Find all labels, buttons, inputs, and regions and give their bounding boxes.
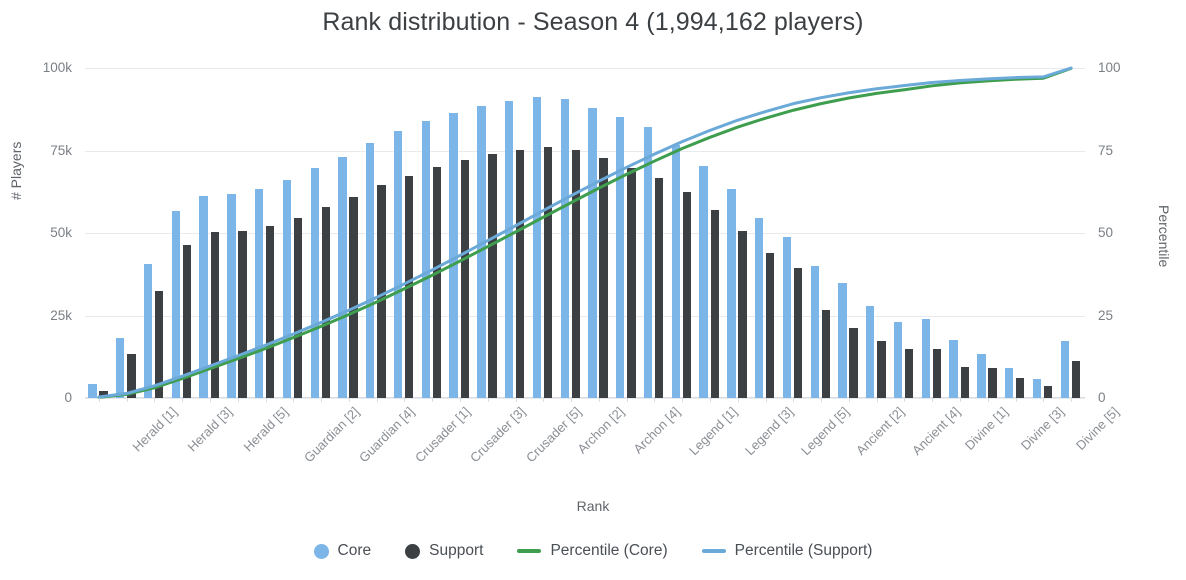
x-axis-tickmark (543, 398, 545, 402)
legend-line-icon (517, 549, 542, 553)
y-axis-left-tick-label: 0 (64, 390, 72, 405)
y-axis-right-tick-label: 75 (1098, 142, 1114, 158)
y-axis-right-title: Percentile (1156, 205, 1172, 268)
x-axis-tickmark (960, 398, 961, 402)
x-axis-tick-label: Crusader [1] (411, 404, 473, 466)
x-axis-tick-label: Legend [5] (797, 404, 852, 459)
x-axis-tick-label: Ancient [2] (853, 404, 908, 459)
x-axis-tick-label: Herald [1] (129, 404, 180, 455)
percentile-line (99, 68, 1071, 397)
y-axis-left-tick-label: 100k (42, 60, 72, 75)
x-axis-tick-label: Herald [3] (184, 404, 236, 455)
x-axis-tick-label: Archon [2] (574, 404, 628, 457)
x-axis-tickmark (710, 398, 711, 402)
legend-item[interactable]: Core (313, 542, 372, 560)
x-axis-tickmark (182, 398, 184, 402)
x-axis-tickmark (793, 398, 795, 402)
legend-item[interactable]: Support (405, 542, 483, 560)
x-axis-tick-label: Divine [3] (1017, 404, 1067, 453)
x-axis-tick-label: Guardian [4] (356, 404, 418, 466)
x-axis-tickmark (348, 398, 350, 402)
x-axis-tickmark (265, 398, 267, 402)
legend-label: Support (429, 542, 484, 559)
legend-line-icon (701, 549, 726, 553)
y-axis-left-tick-label: 50k (50, 225, 72, 240)
x-axis-tick-label: Legend [1] (686, 404, 741, 459)
x-axis-tickmark (237, 398, 239, 402)
x-axis-tick-label: Herald [5] (240, 404, 291, 455)
x-axis-tickmark (598, 398, 600, 402)
x-axis-tickmark (98, 398, 100, 402)
x-axis-tick-label: Archon [4] (630, 404, 683, 457)
x-axis-tick-label: Divine [5] (1073, 404, 1123, 453)
x-axis-tickmark (515, 398, 517, 402)
x-axis-tickmark (682, 398, 684, 402)
x-axis-tickmark (460, 398, 461, 402)
x-axis-tick-label: Crusader [5] (522, 404, 584, 466)
x-axis-tickmark (432, 398, 434, 402)
x-axis-tickmark (126, 398, 128, 402)
x-axis-tickmark (987, 398, 989, 402)
x-axis-tickmark (737, 398, 739, 402)
legend-label: Percentile (Support) (734, 542, 873, 559)
legend-item[interactable]: Percentile (Support) (701, 542, 873, 560)
legend-dot-icon (405, 543, 421, 559)
x-axis-tickmark (1015, 398, 1017, 402)
x-axis-tickmark (210, 398, 211, 402)
y-axis-right-tick-label: 100 (1098, 60, 1121, 75)
percentile-lines (85, 68, 1085, 398)
x-axis-tick-label: Crusader [3] (467, 404, 529, 466)
x-axis-tickmark (654, 398, 656, 402)
y-axis-left-tick-label: 75k (50, 142, 72, 158)
x-axis-tickmark (821, 398, 823, 402)
x-axis-tickmark (1071, 398, 1073, 402)
x-axis-tickmark (404, 398, 406, 402)
x-axis-tick-label: Guardian [2] (300, 404, 362, 466)
percentile-line (99, 68, 1071, 397)
legend-dot-icon (313, 543, 329, 559)
y-axis-right-tick-label: 0 (1098, 390, 1106, 405)
y-axis-right-tick-label: 25 (1098, 307, 1114, 323)
x-axis-tick-label: Legend [3] (741, 404, 797, 459)
chart-title: Rank distribution - Season 4 (1,994,162 … (322, 8, 864, 36)
x-axis-tickmark (154, 398, 156, 402)
plot-area (85, 68, 1085, 399)
x-axis-tickmark (376, 398, 378, 402)
x-axis-ticks: Herald [1] Herald [3] Herald [5] Guardian [… (85, 398, 1122, 498)
x-axis-tickmark (321, 398, 323, 402)
x-axis-tickmark (932, 398, 934, 402)
legend-label: Core (337, 542, 372, 559)
x-axis-tickmark (626, 398, 628, 402)
x-axis-title: Rank (576, 498, 610, 514)
legend-label: Percentile (Core) (550, 542, 668, 559)
x-axis-tickmark (904, 398, 906, 402)
x-axis-tick-label: Ancient [4] (908, 404, 963, 459)
x-axis-tickmark (848, 398, 850, 402)
x-axis-tickmark (487, 398, 489, 402)
x-axis-tickmark (571, 398, 573, 402)
x-axis-tick-label: Divine [1] (962, 404, 1012, 453)
x-axis-tickmark (293, 398, 295, 402)
legend-item[interactable]: Percentile (Core) (517, 542, 668, 560)
y-axis-right-tick-label: 50 (1098, 225, 1114, 240)
x-axis-tickmark (876, 398, 878, 402)
y-axis-left-tick-label: 25k (50, 307, 72, 323)
chart-legend: Core Support Percentile (Core) Percentile (… (0, 542, 1186, 560)
x-axis-tickmark (765, 398, 767, 402)
chart-container: Rank distribution - Season 4 (1,994,162 … (0, 0, 1186, 580)
x-axis-tickmark (1043, 398, 1045, 402)
